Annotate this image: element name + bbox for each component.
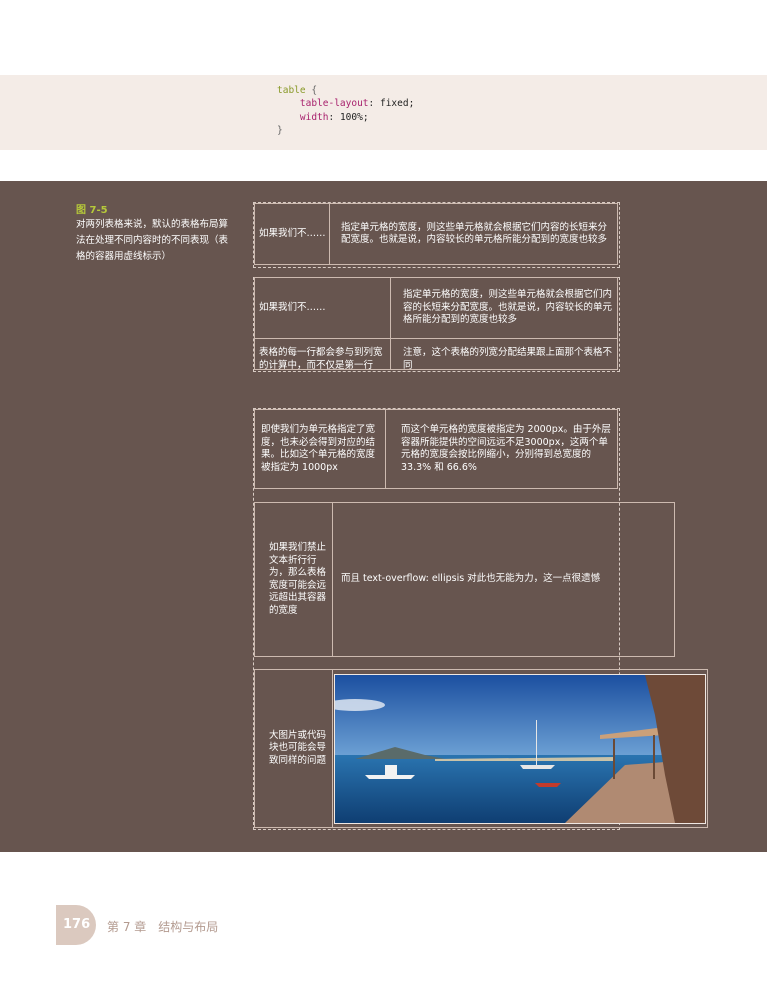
table-2-r2-right: 注意，这个表格的列宽分配结果跟上面那个表格不同	[403, 347, 613, 371]
table-1: 如果我们不…… 指定单元格的宽度，则这些单元格就会根据它们内容的长短来分配宽度。…	[254, 203, 618, 265]
page-number: 176	[63, 917, 91, 932]
figure-label: 图 7-5	[76, 205, 108, 216]
table-2-divider	[390, 278, 391, 369]
table-4-divider	[332, 503, 333, 656]
table-2-r1-left: 如果我们不……	[259, 301, 326, 313]
table-1-cell-right: 指定单元格的宽度，则这些单元格就会根据它们内容的长短来分配宽度。也就是说，内容较…	[341, 221, 608, 246]
table-1-cell-left: 如果我们不……	[259, 227, 326, 239]
table-3-divider	[385, 410, 386, 488]
code-block: table { table-layout: fixed; width: 100%…	[277, 85, 415, 137]
table-3: 即使我们为单元格指定了宽度，也未必会得到对应的结果。比如这个单元格的宽度被指定为…	[254, 409, 618, 489]
harbor-photo-illustration	[335, 675, 705, 823]
code-open-brace: {	[311, 85, 318, 96]
code-value-1: fixed;	[379, 98, 415, 110]
table-4-cell-right: 而且 text-overflow: ellipsis 对此也无能为力，这一点很遗…	[341, 573, 601, 585]
code-selector: table	[277, 85, 306, 96]
figure-caption: 对两列表格来说，默认的表格布局算法在处理不同内容时的不同表现（表格的容器用虚线标…	[76, 219, 229, 262]
table-1-divider	[329, 204, 330, 264]
chapter-title: 第 7 章 结构与布局	[107, 920, 219, 934]
table-3-cell-left: 即使我们为单元格指定了宽度，也未必会得到对应的结果。比如这个单元格的宽度被指定为…	[261, 424, 376, 473]
code-property-1: table-layout	[299, 98, 369, 110]
code-property-2: width	[299, 111, 329, 123]
code-close-brace: }	[277, 125, 283, 137]
table-5-divider	[332, 670, 333, 827]
table-4: 如果我们禁止文本折行行为，那么表格宽度可能会远远超出其容器的宽度 而且 text…	[254, 502, 675, 657]
code-value-2: 100%;	[339, 111, 369, 123]
table-5-cell-left: 大图片或代码块也可能会导致同样的问题	[269, 729, 327, 766]
table-4-cell-left: 如果我们禁止文本折行行为，那么表格宽度可能会远远超出其容器的宽度	[269, 542, 327, 616]
table-2-r1-right: 指定单元格的宽度，则这些单元格就会根据它们内容的长短来分配宽度。也就是说，内容较…	[403, 289, 613, 326]
table-2-r2-left: 表格的每一行都会参与到列宽的计算中，而不仅是第一行	[259, 347, 383, 371]
harbor-photo	[334, 674, 706, 824]
table-3-cell-right: 而这个单元格的宽度被指定为 2000px。由于外层容器所能提供的空间远远不足30…	[401, 424, 611, 473]
table-2: 如果我们不…… 指定单元格的宽度，则这些单元格就会根据它们内容的长短来分配宽度。…	[254, 277, 618, 371]
